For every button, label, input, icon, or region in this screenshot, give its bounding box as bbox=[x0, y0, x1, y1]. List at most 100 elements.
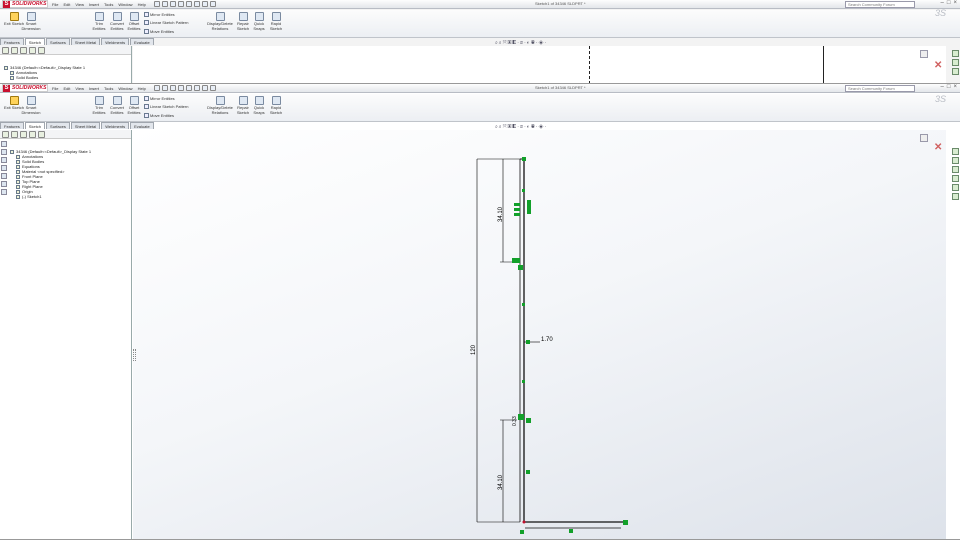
maximize-icon[interactable]: □ bbox=[947, 84, 951, 90]
menu-edit[interactable]: Edit bbox=[63, 86, 70, 91]
tab-sheet-metal[interactable]: Sheet Metal bbox=[70, 38, 101, 45]
dimension-overall-height[interactable]: 120 bbox=[471, 344, 477, 355]
view-orientation-icon[interactable] bbox=[1, 141, 7, 147]
rapid-sketch-button[interactable]: Rapid Sketch bbox=[268, 12, 284, 31]
appearance-icon[interactable] bbox=[1, 173, 7, 179]
dimxpert-icon[interactable] bbox=[29, 131, 36, 138]
options-icon[interactable] bbox=[209, 1, 216, 7]
relation-marker[interactable] bbox=[522, 157, 526, 161]
relation-marker[interactable] bbox=[514, 203, 520, 206]
tab-weldments[interactable]: Weldments bbox=[101, 122, 130, 129]
design-library-icon[interactable] bbox=[952, 157, 959, 164]
tab-weldments[interactable]: Weldments bbox=[101, 38, 130, 45]
relation-marker[interactable] bbox=[527, 200, 531, 214]
convert-entities-button[interactable]: Convert Entities bbox=[108, 96, 126, 115]
rebuild-icon[interactable] bbox=[201, 1, 208, 7]
options-icon[interactable] bbox=[209, 85, 216, 91]
relation-marker[interactable] bbox=[569, 529, 573, 533]
relation-marker[interactable] bbox=[512, 258, 520, 263]
file-explorer-icon[interactable] bbox=[952, 68, 959, 75]
dimension-bottom-segment[interactable]: 34.10 bbox=[498, 474, 504, 490]
relation-marker[interactable] bbox=[514, 208, 520, 211]
smart-dimension-button[interactable]: Smart Dimension bbox=[20, 12, 42, 31]
quick-snaps-button[interactable]: Quick Snaps bbox=[252, 12, 266, 31]
file-explorer-icon[interactable] bbox=[952, 166, 959, 173]
menu-insert[interactable]: Insert bbox=[89, 2, 99, 7]
resources-icon[interactable] bbox=[952, 50, 959, 57]
offset-entities-button[interactable]: Offset Entities bbox=[126, 12, 142, 31]
print-icon[interactable] bbox=[177, 1, 184, 7]
quick-snaps-button[interactable]: Quick Snaps bbox=[252, 96, 266, 115]
solidworks-logo[interactable]: S SOLIDWORKS bbox=[2, 84, 48, 92]
relation-marker[interactable] bbox=[526, 418, 531, 423]
graphics-area[interactable] bbox=[133, 46, 946, 83]
dimension-top-segment[interactable]: 34.10 bbox=[498, 206, 504, 222]
confirm-corner-icon[interactable] bbox=[920, 134, 928, 142]
relation-marker[interactable] bbox=[522, 189, 525, 192]
move-entities-button[interactable]: Move Entities bbox=[144, 29, 174, 35]
linear-pattern-button[interactable]: Linear Sketch Pattern bbox=[144, 104, 188, 110]
hide-show-icon[interactable] bbox=[1, 165, 7, 171]
display-manager-icon[interactable] bbox=[38, 47, 45, 54]
menu-tools[interactable]: Tools bbox=[104, 2, 113, 7]
property-manager-icon[interactable] bbox=[11, 47, 18, 54]
maximize-icon[interactable]: □ bbox=[947, 0, 951, 6]
rebuild-icon[interactable] bbox=[201, 85, 208, 91]
sketch-profile-outer[interactable] bbox=[523, 159, 625, 523]
feature-tree-icon[interactable] bbox=[2, 131, 9, 138]
close-icon[interactable]: × bbox=[953, 0, 957, 6]
appearances-icon[interactable] bbox=[952, 184, 959, 191]
menu-view[interactable]: View bbox=[75, 2, 84, 7]
linear-pattern-button[interactable]: Linear Sketch Pattern bbox=[144, 20, 188, 26]
panel-splitter-handle[interactable] bbox=[133, 349, 136, 361]
open-icon[interactable] bbox=[161, 1, 168, 7]
mirror-entities-button[interactable]: Mirror Entities bbox=[144, 12, 175, 18]
relation-marker[interactable] bbox=[522, 380, 525, 383]
close-icon[interactable]: × bbox=[953, 84, 957, 90]
relation-marker[interactable] bbox=[526, 340, 530, 344]
tab-features[interactable]: Features bbox=[0, 122, 24, 129]
tree-item-sketch1[interactable]: (-) Sketch1 bbox=[10, 194, 131, 199]
heads-up-view-toolbar[interactable]: ⌕⌕⤧▣◧·⊘·◐◉·◈· bbox=[495, 124, 547, 130]
minimize-icon[interactable]: – bbox=[941, 84, 944, 90]
custom-properties-icon[interactable] bbox=[952, 193, 959, 200]
relation-marker[interactable] bbox=[518, 265, 523, 270]
dimension-mid-segment[interactable]: 1.70 bbox=[541, 337, 553, 343]
relation-marker[interactable] bbox=[522, 303, 525, 306]
configuration-icon[interactable] bbox=[20, 131, 27, 138]
new-icon[interactable] bbox=[153, 85, 160, 91]
tab-sheet-metal[interactable]: Sheet Metal bbox=[70, 122, 101, 129]
relation-marker[interactable] bbox=[526, 470, 530, 474]
solidworks-logo[interactable]: S SOLIDWORKS bbox=[2, 0, 48, 8]
configuration-icon[interactable] bbox=[20, 47, 27, 54]
tab-evaluate[interactable]: Evaluate bbox=[130, 122, 154, 129]
search-input[interactable]: Search Community Forum bbox=[845, 1, 915, 8]
cancel-sketch-icon[interactable]: ✕ bbox=[934, 60, 942, 71]
view-settings-icon[interactable] bbox=[1, 189, 7, 195]
select-icon[interactable] bbox=[193, 1, 200, 7]
select-icon[interactable] bbox=[193, 85, 200, 91]
property-manager-icon[interactable] bbox=[11, 131, 18, 138]
tab-evaluate[interactable]: Evaluate bbox=[130, 38, 154, 45]
feature-tree-icon[interactable] bbox=[2, 47, 9, 54]
undo-icon[interactable] bbox=[185, 1, 192, 7]
tree-item[interactable]: Solid Bodies bbox=[4, 75, 131, 80]
tab-surfaces[interactable]: Surfaces bbox=[46, 122, 70, 129]
menu-edit[interactable]: Edit bbox=[63, 2, 70, 7]
menu-insert[interactable]: Insert bbox=[89, 86, 99, 91]
menu-window[interactable]: Window bbox=[118, 86, 132, 91]
menu-file[interactable]: File bbox=[52, 2, 58, 7]
display-relations-button[interactable]: Display/Delete Relations bbox=[206, 12, 234, 31]
rapid-sketch-button[interactable]: Rapid Sketch bbox=[268, 96, 284, 115]
design-library-icon[interactable] bbox=[952, 59, 959, 66]
tab-sketch[interactable]: Sketch bbox=[24, 38, 46, 45]
tab-features[interactable]: Features bbox=[0, 38, 24, 45]
minimize-icon[interactable]: – bbox=[941, 0, 944, 6]
resources-icon[interactable] bbox=[952, 148, 959, 155]
sketch-canvas[interactable]: 120 34.10 34.10 1.70 0.33 bbox=[133, 130, 946, 540]
relation-marker[interactable] bbox=[520, 530, 524, 534]
offset-entities-button[interactable]: Offset Entities bbox=[126, 96, 142, 115]
smart-dimension-button[interactable]: Smart Dimension bbox=[20, 96, 42, 115]
tab-surfaces[interactable]: Surfaces bbox=[46, 38, 70, 45]
save-icon[interactable] bbox=[169, 85, 176, 91]
